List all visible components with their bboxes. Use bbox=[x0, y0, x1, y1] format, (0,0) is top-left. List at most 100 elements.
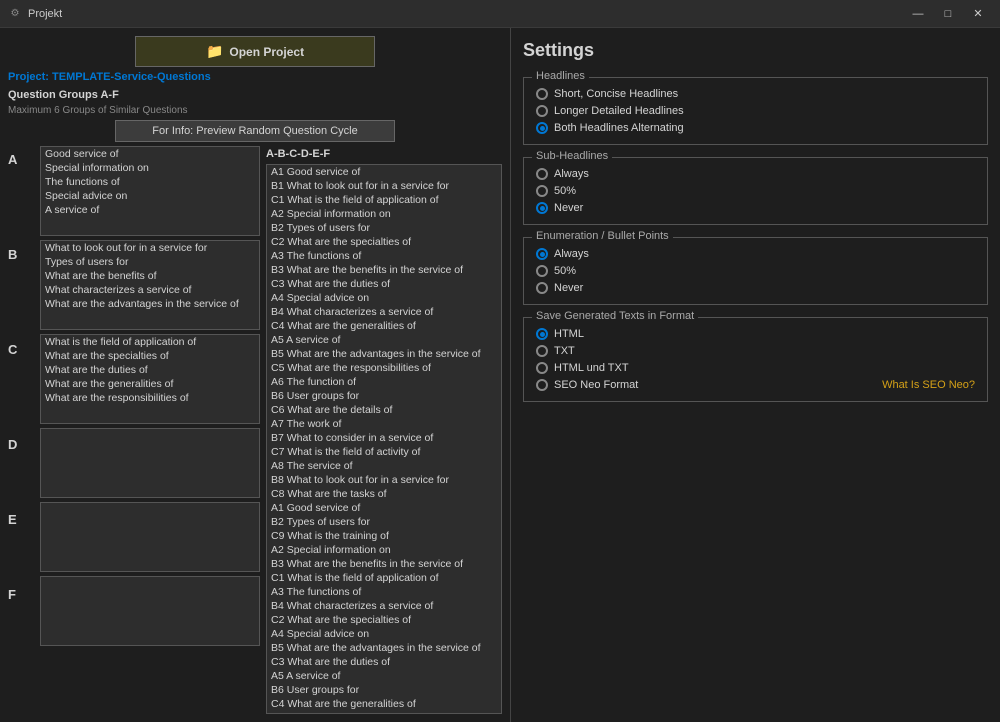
group-box-f-inner[interactable] bbox=[41, 577, 259, 645]
list-item[interactable]: C5 What are the responsibilities of bbox=[267, 361, 501, 375]
radio-dot-both bbox=[536, 122, 548, 134]
group-box-c-inner[interactable]: What is the field of application of What… bbox=[41, 335, 259, 423]
list-item[interactable]: What characterizes a service of bbox=[41, 283, 259, 297]
list-item[interactable]: What are the duties of bbox=[41, 363, 259, 377]
list-item[interactable]: B5 What are the advantages in the servic… bbox=[267, 347, 501, 361]
list-item[interactable]: B4 What characterizes a service of bbox=[267, 599, 501, 613]
list-item[interactable]: A5 A service of bbox=[267, 333, 501, 347]
preview-button[interactable]: For Info: Preview Random Question Cycle bbox=[115, 120, 395, 142]
radio-subh-fifty[interactable]: 50% bbox=[536, 185, 975, 197]
group-label-f: F bbox=[8, 581, 34, 656]
list-item[interactable]: B6 User groups for bbox=[267, 683, 501, 697]
list-item[interactable]: Special information on bbox=[41, 161, 259, 175]
list-item[interactable]: C3 What are the duties of bbox=[267, 277, 501, 291]
list-item[interactable]: A2 Special information on bbox=[267, 207, 501, 221]
list-item[interactable]: A7 The work of bbox=[267, 417, 501, 431]
list-item[interactable]: A2 Special information on bbox=[267, 543, 501, 557]
list-item[interactable]: The functions of bbox=[41, 175, 259, 189]
list-item[interactable]: C7 What is the field of activity of bbox=[267, 445, 501, 459]
maximize-button[interactable]: □ bbox=[934, 4, 962, 24]
list-item[interactable]: A3 The functions of bbox=[267, 585, 501, 599]
group-box-d-inner[interactable] bbox=[41, 429, 259, 497]
list-item[interactable]: C2 What are the specialties of bbox=[267, 235, 501, 249]
list-item[interactable]: C1 What is the field of application of bbox=[267, 571, 501, 585]
list-item[interactable]: What to look out for in a service for bbox=[41, 241, 259, 255]
folder-icon: 📁 bbox=[206, 43, 223, 60]
list-item[interactable]: A8 The service of bbox=[267, 459, 501, 473]
save-format-group: Save Generated Texts in Format HTML TXT … bbox=[523, 317, 988, 402]
radio-format-txt[interactable]: TXT bbox=[536, 345, 975, 357]
seo-neo-link[interactable]: What Is SEO Neo? bbox=[882, 379, 975, 391]
list-item[interactable]: A1 Good service of bbox=[267, 501, 501, 515]
list-item[interactable]: A6 The function of bbox=[267, 375, 501, 389]
list-item[interactable]: A6 The function of bbox=[267, 711, 501, 713]
group-lists: Good service of Special information on T… bbox=[40, 146, 260, 714]
open-project-button[interactable]: 📁 Open Project bbox=[135, 36, 375, 67]
radio-short-headlines[interactable]: Short, Concise Headlines bbox=[536, 88, 975, 100]
list-item[interactable]: B6 User groups for bbox=[267, 389, 501, 403]
list-item[interactable]: A4 Special advice on bbox=[267, 627, 501, 641]
list-item[interactable]: B3 What are the benefits in the service … bbox=[267, 557, 501, 571]
list-item[interactable]: Types of users for bbox=[41, 255, 259, 269]
radio-enum-fifty[interactable]: 50% bbox=[536, 265, 975, 277]
list-item[interactable]: B8 What to look out for in a service for bbox=[267, 473, 501, 487]
settings-title: Settings bbox=[523, 40, 988, 61]
group-box-a: Good service of Special information on T… bbox=[40, 146, 260, 236]
project-name: Project: TEMPLATE-Service-Questions bbox=[8, 71, 502, 83]
list-item[interactable]: B1 What to look out for in a service for bbox=[267, 179, 501, 193]
open-project-label: Open Project bbox=[229, 45, 304, 59]
list-item[interactable]: B4 What characterizes a service of bbox=[267, 305, 501, 319]
list-item[interactable]: What are the advantages in the service o… bbox=[41, 297, 259, 311]
radio-longer-headlines[interactable]: Longer Detailed Headlines bbox=[536, 105, 975, 117]
list-item[interactable]: C3 What are the duties of bbox=[267, 655, 501, 669]
list-item[interactable]: A4 Special advice on bbox=[267, 291, 501, 305]
minimize-button[interactable]: — bbox=[904, 4, 932, 24]
group-box-e-inner[interactable] bbox=[41, 503, 259, 571]
list-item[interactable]: B2 Types of users for bbox=[267, 515, 501, 529]
question-groups-title: Question Groups A-F bbox=[8, 89, 502, 101]
list-item[interactable]: B2 Types of users for bbox=[267, 221, 501, 235]
subheadlines-group: Sub-Headlines Always 50% Never bbox=[523, 157, 988, 225]
close-button[interactable]: ✕ bbox=[964, 4, 992, 24]
list-item[interactable]: A3 The functions of bbox=[267, 249, 501, 263]
group-box-a-inner[interactable]: Good service of Special information on T… bbox=[41, 147, 259, 235]
list-item[interactable]: C4 What are the generalities of bbox=[267, 319, 501, 333]
radio-format-seo[interactable]: SEO Neo Format What Is SEO Neo? bbox=[536, 379, 975, 391]
list-item[interactable]: A5 A service of bbox=[267, 669, 501, 683]
list-item[interactable]: What are the specialties of bbox=[41, 349, 259, 363]
radio-enum-always[interactable]: Always bbox=[536, 248, 975, 260]
radio-dot-html bbox=[536, 328, 548, 340]
radio-enum-never[interactable]: Never bbox=[536, 282, 975, 294]
list-item[interactable]: B7 What to consider in a service of bbox=[267, 431, 501, 445]
list-item[interactable]: C1 What is the field of application of bbox=[267, 193, 501, 207]
radio-label-subh-always: Always bbox=[554, 168, 589, 180]
list-item[interactable]: What is the field of application of bbox=[41, 335, 259, 349]
radio-subh-always[interactable]: Always bbox=[536, 168, 975, 180]
main-list-inner[interactable]: A1 Good service of B1 What to look out f… bbox=[267, 165, 501, 713]
list-item[interactable]: What are the responsibilities of bbox=[41, 391, 259, 405]
list-item[interactable]: Good service of bbox=[41, 147, 259, 161]
radio-subh-never[interactable]: Never bbox=[536, 202, 975, 214]
list-item[interactable]: C8 What are the tasks of bbox=[267, 487, 501, 501]
list-item[interactable]: Special advice on bbox=[41, 189, 259, 203]
list-item[interactable]: C4 What are the generalities of bbox=[267, 697, 501, 711]
radio-label-subh-fifty: 50% bbox=[554, 185, 576, 197]
list-item[interactable]: A1 Good service of bbox=[267, 165, 501, 179]
list-item[interactable]: C2 What are the specialties of bbox=[267, 613, 501, 627]
group-label-b: B bbox=[8, 241, 34, 336]
list-item[interactable]: B3 What are the benefits in the service … bbox=[267, 263, 501, 277]
list-item[interactable]: C6 What are the details of bbox=[267, 403, 501, 417]
radio-format-htmltxt[interactable]: HTML und TXT bbox=[536, 362, 975, 374]
list-item[interactable]: What are the generalities of bbox=[41, 377, 259, 391]
list-item[interactable]: A service of bbox=[41, 203, 259, 217]
list-item[interactable]: B5 What are the advantages in the servic… bbox=[267, 641, 501, 655]
radio-both-headlines[interactable]: Both Headlines Alternating bbox=[536, 122, 975, 134]
radio-label-short: Short, Concise Headlines bbox=[554, 88, 678, 100]
group-box-b-inner[interactable]: What to look out for in a service for Ty… bbox=[41, 241, 259, 329]
list-item[interactable]: What are the benefits of bbox=[41, 269, 259, 283]
enumeration-group: Enumeration / Bullet Points Always 50% N… bbox=[523, 237, 988, 305]
titlebar-left: ⚙ Projekt bbox=[8, 7, 62, 21]
group-label-e: E bbox=[8, 506, 34, 581]
list-item[interactable]: C9 What is the training of bbox=[267, 529, 501, 543]
radio-format-html[interactable]: HTML bbox=[536, 328, 975, 340]
